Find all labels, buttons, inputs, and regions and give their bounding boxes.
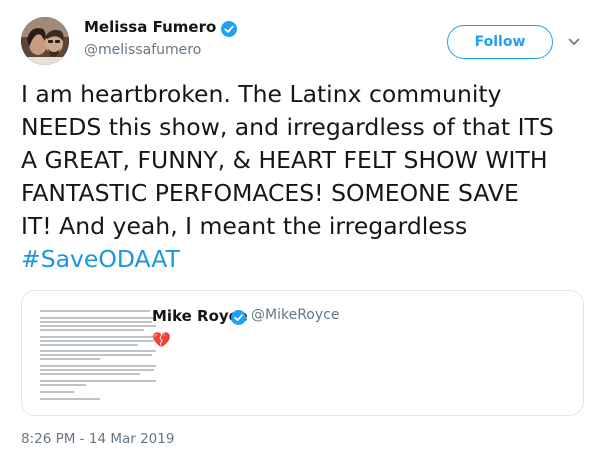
broken-heart-icon: 💔	[152, 331, 171, 349]
hashtag-link[interactable]: #SaveODAAT	[21, 243, 591, 276]
quoted-tweet[interactable]: Mike Royce @MikeRoyce 💔	[21, 290, 584, 416]
quoted-author-handle[interactable]: @MikeRoyce	[251, 307, 339, 323]
tweet-text-line: FANTASTIC PERFOMACES! SOMEONE SAVE	[21, 179, 519, 207]
avatar-photo	[21, 17, 69, 65]
tweet-text: I am heartbroken. The Latinx community N…	[21, 78, 591, 276]
quoted-tweet-image	[40, 308, 156, 408]
tweet-text-line: NEEDS this show, and irregardless of tha…	[21, 113, 554, 141]
author-display-name[interactable]: Melissa Fumero	[84, 18, 216, 36]
avatar[interactable]	[21, 17, 69, 65]
verified-badge-icon	[221, 21, 237, 37]
tweet-text-line: I am heartbroken. The Latinx community	[21, 80, 502, 108]
tweet-timestamp[interactable]: 8:26 PM - 14 Mar 2019	[21, 431, 174, 447]
follow-button[interactable]: Follow	[447, 25, 553, 59]
tweet-text-line: A GREAT, FUNNY, & HEART FELT SHOW WITH	[21, 146, 548, 174]
tweet-card: Melissa Fumero @melissafumero Follow I a…	[0, 0, 605, 461]
chevron-down-icon[interactable]	[567, 35, 581, 49]
verified-badge-icon	[231, 310, 246, 325]
tweet-text-line: IT! And yeah, I meant the irregardless	[21, 212, 468, 240]
author-handle[interactable]: @melissafumero	[84, 42, 201, 58]
